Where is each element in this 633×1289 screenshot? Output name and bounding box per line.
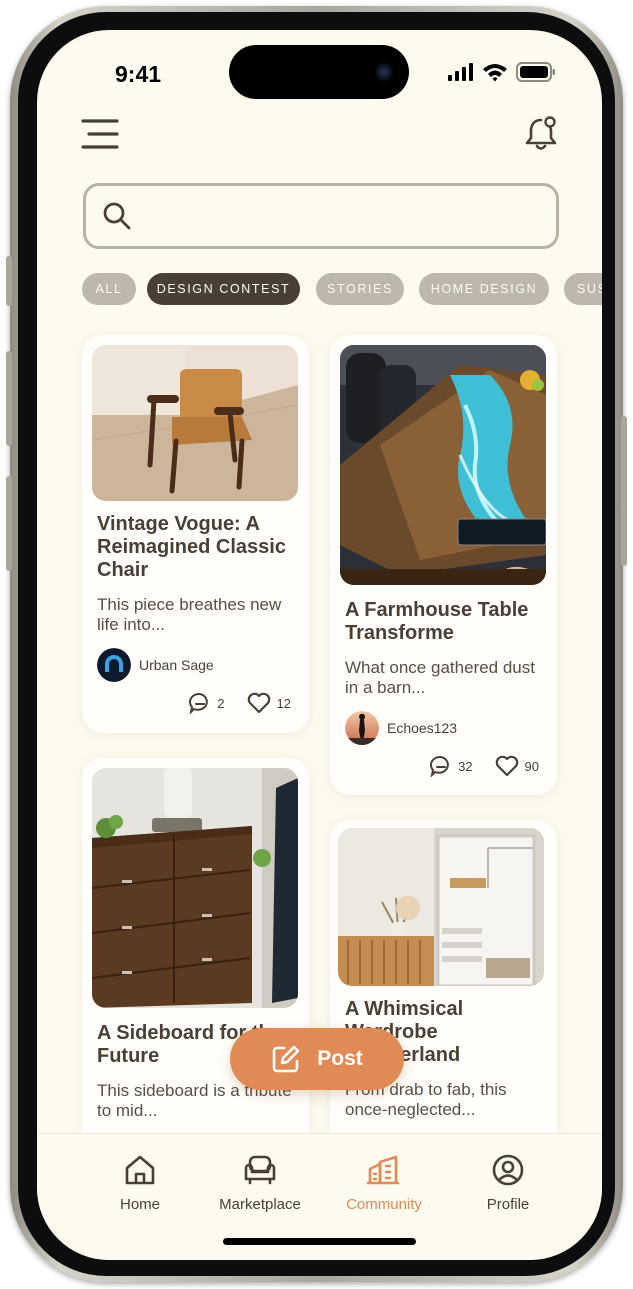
comment-icon[interactable] [430,755,452,777]
notifications-button[interactable] [525,116,557,156]
home-icon [125,1155,155,1185]
chip-home-design[interactable]: HOME DESIGN [419,273,549,305]
volume-down-button [6,476,12,571]
armchair-icon [244,1155,276,1185]
camera-icon [375,63,393,81]
post-image-sideboard [92,768,298,1008]
tab-label: Community [346,1196,422,1213]
post-image-wardrobe [338,828,544,986]
tab-label: Profile [486,1196,530,1213]
status-icons [448,62,556,82]
like-count: 90 [524,758,539,774]
chip-all[interactable]: ALL [82,273,136,305]
post-title: Vintage Vogue: A Reimagined Classic Chai… [97,513,286,581]
tab-home[interactable]: Home [80,1154,200,1213]
post-card[interactable]: A Farmhouse Table Transforme What once g… [330,335,557,795]
avatar [345,711,379,745]
post-title: A Farmhouse Table Transforme [345,599,529,644]
like-count: 12 [276,695,291,711]
post-button-label: Post [317,1047,363,1070]
comment-icon[interactable] [189,692,211,714]
search-icon [103,202,131,230]
action-button [6,256,12,306]
tab-label: Home [119,1196,160,1213]
signal-icon [448,63,473,81]
comment-count: 32 [458,758,473,774]
bell-icon [525,116,557,150]
post-author[interactable]: Echoes123 [345,711,457,745]
menu-icon [81,119,119,149]
post-image-river-table [340,345,546,585]
home-indicator[interactable] [223,1238,416,1245]
post-button[interactable]: Post [230,1028,404,1090]
tab-profile[interactable]: Profile [448,1154,568,1213]
search-input[interactable] [148,196,542,236]
battery-icon [516,62,555,82]
tab-community[interactable]: Community [324,1154,444,1213]
post-card[interactable]: A Sideboard for the Future This sideboar… [82,758,309,1178]
author-name: Urban Sage [139,657,214,673]
chip-design-contest[interactable]: DESIGN CONTEST [147,273,300,305]
building-icon [366,1155,400,1185]
chip-stories[interactable]: STORIES [316,273,404,305]
comment-count: 2 [217,695,225,711]
edit-icon [272,1045,300,1073]
heart-icon[interactable] [495,755,519,777]
post-author[interactable]: Urban Sage [97,648,214,682]
wifi-icon [483,63,507,81]
post-image-chair [92,345,298,501]
app-screen: 9:41 ALL DESIGN CONTEST STORIES HOME DES… [37,30,602,1260]
post-card[interactable]: Vintage Vogue: A Reimagined Classic Chai… [82,335,309,733]
menu-button[interactable] [81,118,119,154]
dynamic-island [229,45,409,99]
profile-icon [492,1154,524,1186]
heart-icon[interactable] [247,692,271,714]
chip-sustainability[interactable]: SUS [564,273,602,305]
avatar [97,648,131,682]
tab-label: Marketplace [219,1196,301,1213]
volume-up-button [6,351,12,446]
status-time: 9:41 [115,61,162,87]
post-excerpt: This piece breathes new life into... [97,595,282,634]
post-excerpt: What once gathered dust in a barn... [345,658,535,697]
search-bar[interactable] [83,183,559,249]
post-stats: 2 12 [189,692,291,714]
author-name: Echoes123 [387,720,458,736]
power-button [621,416,627,566]
tab-marketplace[interactable]: Marketplace [200,1154,320,1213]
post-stats: 32 90 [430,755,539,777]
